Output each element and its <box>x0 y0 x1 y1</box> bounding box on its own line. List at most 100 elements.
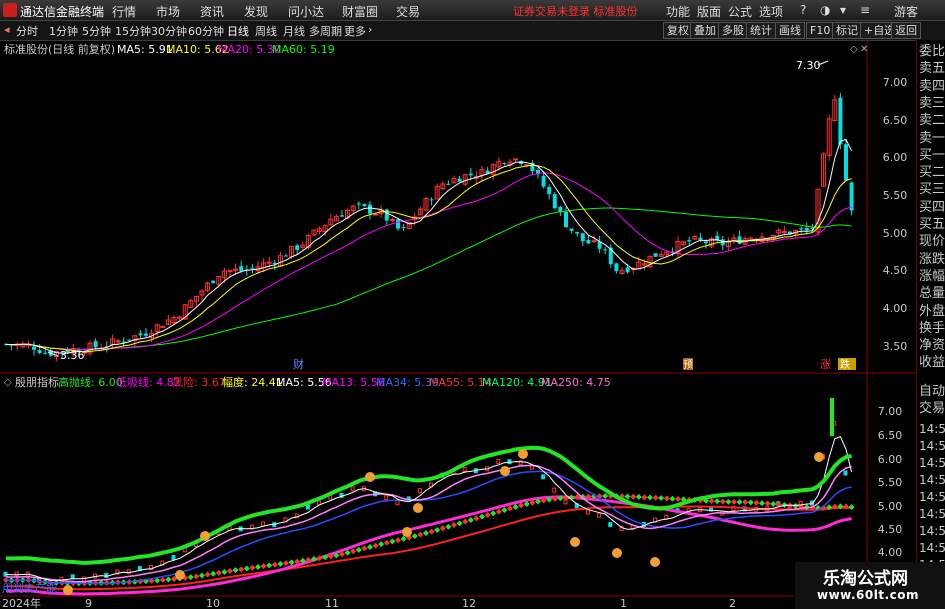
help-icon[interactable]: ? <box>800 3 806 17</box>
indicator-option-icon[interactable]: ◇ <box>4 377 12 388</box>
diamond-marker <box>753 499 760 506</box>
mark-button[interactable]: 标记 <box>832 22 862 39</box>
quote-row-label[interactable]: 卖一 <box>919 131 945 146</box>
login-notice[interactable]: 证券交易未登录 标准股份 <box>513 3 638 19</box>
quote-row-label[interactable]: 净资 <box>919 338 945 353</box>
settings-icon[interactable]: ≡ <box>860 3 870 17</box>
quote-row-label[interactable]: 买五 <box>919 217 945 232</box>
diamond-marker <box>624 493 631 500</box>
tab-period-30min[interactable]: 30分钟 <box>151 23 187 39</box>
tab-period-day[interactable]: 日线 <box>227 23 249 39</box>
diamond-marker <box>378 541 385 548</box>
quote-row-label[interactable]: 收益 <box>919 355 945 370</box>
f10-button[interactable]: F10 <box>806 22 835 39</box>
diamond-marker <box>451 522 457 529</box>
quote-row-label[interactable]: 涨幅 <box>919 269 945 284</box>
quote-row-label[interactable]: 卖二 <box>919 113 945 128</box>
diamond-marker <box>395 537 401 544</box>
stats-button[interactable]: 统计 <box>746 22 776 39</box>
user-label[interactable]: 游客 <box>894 3 918 20</box>
signal-icon <box>650 557 660 567</box>
chart-close-icon[interactable]: ✕ <box>860 44 868 55</box>
price-axis: 7.00 6.50 6.00 5.50 5.00 4.50 4.00 3.50 <box>883 76 908 353</box>
candle-body <box>43 352 48 354</box>
date-tick: 9 <box>85 597 92 609</box>
candle-body <box>513 158 519 161</box>
finance-marker[interactable]: 财 <box>293 357 304 371</box>
tab-period-60min[interactable]: 60分钟 <box>188 23 224 39</box>
candle-body <box>368 204 372 214</box>
candlestick-series <box>4 92 854 362</box>
tab-period-15min[interactable]: 15分钟 <box>115 23 151 39</box>
skin-icon[interactable]: ◑ <box>820 3 830 17</box>
quote-row-label[interactable]: 买一 <box>919 148 945 163</box>
diamond-marker <box>210 570 217 577</box>
quote-row-label[interactable]: 总量 <box>919 286 945 301</box>
signal-icon <box>175 570 185 580</box>
price-tick: 5.50 <box>883 189 908 202</box>
auto-trade-label[interactable]: 自动 <box>919 384 945 399</box>
back-button[interactable]: 返回 <box>891 22 921 39</box>
quote-row-label[interactable]: 外盘 <box>919 304 945 319</box>
indicator-candle <box>384 495 389 501</box>
quote-row-label[interactable]: 涨跌 <box>919 252 945 267</box>
quote-row-label[interactable]: 卖三 <box>919 96 945 111</box>
signal-icon <box>518 449 528 459</box>
chart-option-icon[interactable]: ◇ <box>850 44 858 55</box>
toolbar-arrow-icon[interactable]: ◂ <box>4 23 10 36</box>
overlay-button[interactable]: 叠加 <box>690 22 720 39</box>
multi-stock-button[interactable]: 多股 <box>718 22 748 39</box>
indicator-candle <box>261 521 266 527</box>
chart-area[interactable]: 标准股份(日线 前复权) MA5: 5.91 MA10: 5.62 MA20: … <box>0 40 916 609</box>
tick-time: 14:56 <box>919 456 945 470</box>
auto-trade-label[interactable]: 交易 <box>919 401 945 416</box>
menu-item-function[interactable]: 功能 <box>666 3 690 20</box>
draw-line-button[interactable]: 画线 <box>775 22 805 39</box>
candle-body <box>804 227 809 231</box>
quote-row-label[interactable]: 买三 <box>919 182 945 197</box>
tab-period-more[interactable]: 更多 <box>344 23 366 39</box>
limit-down-marker[interactable]: 跌 <box>840 358 850 371</box>
menu-item-wealth[interactable]: 财富圈 <box>342 3 378 20</box>
menu-item-discover[interactable]: 发现 <box>244 3 268 20</box>
signal-icon <box>612 548 622 558</box>
limit-up-marker[interactable]: 涨 <box>820 358 831 371</box>
menu-item-formula[interactable]: 公式 <box>728 3 752 20</box>
more-arrow-icon[interactable]: › <box>368 23 372 36</box>
adjust-button[interactable]: 复权 <box>663 22 693 39</box>
quote-row-label[interactable]: 卖五 <box>919 61 945 76</box>
ind-tick: 7.00 <box>878 405 903 418</box>
quote-row-label[interactable]: 买二 <box>919 165 945 180</box>
quote-row-label[interactable]: 委比 <box>919 44 945 59</box>
dropdown-icon[interactable]: ▾ <box>840 3 846 17</box>
tab-period-week[interactable]: 周线 <box>255 23 277 39</box>
tab-period-multi[interactable]: 多周期 <box>309 23 342 39</box>
menu-item-market[interactable]: 行情 <box>112 3 136 20</box>
candle-body <box>396 219 400 229</box>
diamond-marker <box>652 494 659 501</box>
diamond-marker <box>484 512 491 519</box>
quote-row-label[interactable]: 现价 <box>919 234 945 249</box>
menu-item-trade[interactable]: 交易 <box>396 3 420 20</box>
diamond-marker <box>238 566 245 573</box>
signal-icon <box>402 527 412 537</box>
forecast-marker[interactable]: 预 <box>683 359 693 371</box>
signal-icon <box>814 452 824 462</box>
tab-period-5min[interactable]: 5分钟 <box>82 23 111 39</box>
tab-period-tick[interactable]: 分时 <box>16 23 38 39</box>
menu-item-options[interactable]: 选项 <box>759 3 783 20</box>
diamond-marker <box>630 493 637 500</box>
menu-item-markets[interactable]: 市场 <box>156 3 180 20</box>
quote-row-label[interactable]: 买四 <box>919 200 945 215</box>
menu-item-news[interactable]: 资讯 <box>200 3 224 20</box>
menu-item-layout[interactable]: 版面 <box>697 3 721 20</box>
menu-item-xiaoda[interactable]: 问小达 <box>288 3 324 20</box>
tab-period-month[interactable]: 月线 <box>283 23 305 39</box>
tab-period-1min[interactable]: 1分钟 <box>49 23 78 39</box>
quote-row-label[interactable]: 换手 <box>919 321 945 336</box>
diamond-marker <box>249 564 256 571</box>
quote-row-label[interactable]: 卖四 <box>919 79 945 94</box>
candle-body <box>591 240 597 243</box>
date-axis: 2024年 9 10 11 12 1 2 <box>2 596 736 609</box>
diamond-marker <box>159 577 166 584</box>
